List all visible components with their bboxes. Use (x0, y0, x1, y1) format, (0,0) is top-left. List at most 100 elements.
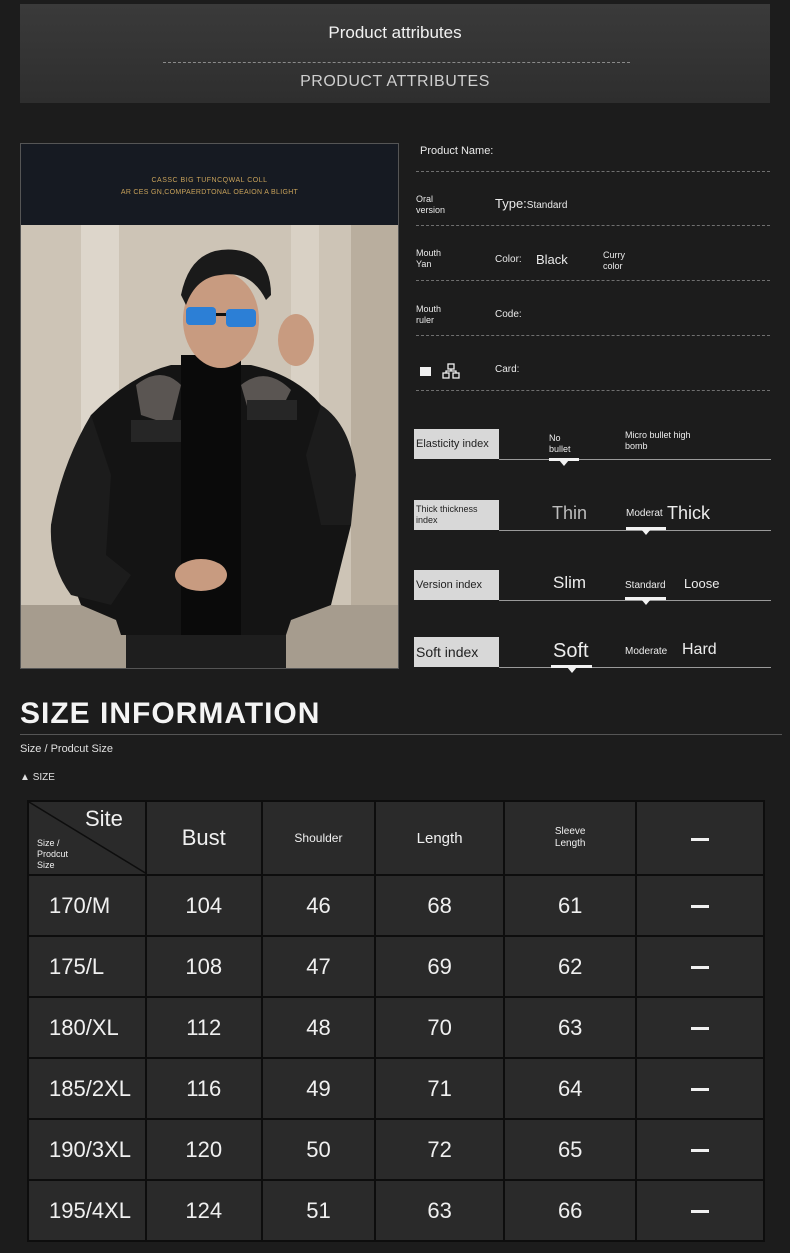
row-extra (635, 1118, 765, 1181)
row-extra (635, 1179, 765, 1242)
thickness-opt-thin: Thin (552, 503, 588, 523)
size-info-divider (20, 734, 782, 735)
header-size-line2: Prodcut (37, 849, 69, 859)
photo-caption: CASSC BIG TUFNCQWAL COLL AR CES GN,COMPA… (21, 144, 398, 225)
header-site-cell: Site Size / Prodcut Size (27, 800, 147, 876)
table-row: 185/2XL 116 49 71 64 (27, 1057, 765, 1120)
thickness-index-label: Thick thickness index (414, 500, 499, 530)
elasticity-marker (549, 458, 579, 466)
thickness-label-line1: Thick thickness (416, 504, 478, 514)
row-extra (635, 874, 765, 937)
row2-left-line2: Yan (416, 259, 432, 269)
code-label: Code: (495, 309, 522, 320)
table-row: 195/4XL 124 51 63 66 (27, 1179, 765, 1242)
row-sleeve: 62 (502, 935, 638, 998)
thickness-opt-moderate: Moderat (626, 508, 663, 519)
row-shoulder: 48 (260, 996, 377, 1059)
row-size: 190/3XL (27, 1118, 147, 1181)
row3-left-label: Mouth ruler (416, 304, 441, 326)
attr-divider-3 (416, 280, 770, 281)
card-label: Card: (495, 364, 520, 375)
row-extra (635, 996, 765, 1059)
row-bust: 104 (144, 874, 263, 937)
color-label: Color: (495, 254, 522, 265)
thickness-opt-thick: Thick (667, 503, 711, 523)
size-info-title: SIZE INFORMATION (20, 697, 321, 730)
dash-mark (691, 837, 710, 841)
elasticity-opt2-line1: Micro bullet high (625, 430, 691, 440)
soft-opt-hard: Hard (682, 641, 717, 658)
row-shoulder: 49 (260, 1057, 377, 1120)
attr-divider-2 (416, 225, 770, 226)
version-scale (499, 600, 771, 601)
row-length: 69 (374, 935, 505, 998)
square-icon (420, 366, 431, 376)
header-sleeve-line2: Length (554, 838, 586, 849)
elasticity-opt1-line1: No (549, 433, 561, 443)
dash-mark (691, 966, 710, 970)
row2-right-line2: color (603, 261, 623, 271)
sitemap-icon (442, 363, 460, 379)
row-sleeve: 63 (502, 996, 638, 1059)
size-info-subtitle: Size / Prodcut Size (20, 743, 113, 755)
row3-left-line2: ruler (416, 315, 435, 325)
elasticity-scale (499, 459, 771, 460)
row-sleeve: 64 (502, 1057, 638, 1120)
table-row: 170/M 104 46 68 61 (27, 874, 765, 937)
banner-subtitle: PRODUCT ATTRIBUTES (300, 73, 490, 90)
row-bust: 124 (144, 1179, 263, 1242)
row-shoulder: 46 (260, 874, 377, 937)
size-tag: ▲ SIZE (20, 772, 55, 783)
triangle-up-icon: ▲ (20, 772, 30, 783)
version-opt-slim: Slim (553, 573, 587, 592)
row-length: 71 (374, 1057, 505, 1120)
attributes-banner: Product attributes PRODUCT ATTRIBUTES (20, 4, 770, 103)
version-opt-loose: Loose (684, 576, 720, 591)
row-length: 68 (374, 874, 505, 937)
table-row: 180/XL 112 48 70 63 (27, 996, 765, 1059)
thickness-scale (499, 530, 771, 531)
table-row: 175/L 108 47 69 62 (27, 935, 765, 998)
table-row: 190/3XL 120 50 72 65 (27, 1118, 765, 1181)
soft-index-label: Soft index (414, 637, 499, 667)
row2-right-line1: Curry (603, 250, 625, 260)
banner-divider (163, 62, 630, 63)
card-icons (420, 363, 460, 379)
type-field: Type:Standard (495, 196, 567, 211)
header-site: Site (85, 806, 123, 831)
thickness-label-line2: index (416, 515, 438, 525)
dash-mark (691, 1027, 710, 1031)
row-bust: 112 (144, 996, 263, 1059)
version-opt-standard: Standard (625, 580, 666, 591)
header-length: Length (374, 800, 505, 876)
row-length: 70 (374, 996, 505, 1059)
header-shoulder: Shoulder (260, 800, 377, 876)
product-name-label: Product Name: (420, 145, 494, 157)
color-value: Black (536, 252, 568, 267)
dash-mark (691, 905, 710, 909)
product-photo: CASSC BIG TUFNCQWAL COLL AR CES GN,COMPA… (20, 143, 399, 669)
photo-caption-line2: AR CES GN,COMPAERDTONAL OEAION A BLIGHT (120, 189, 299, 196)
header-bust: Bust (144, 800, 263, 876)
attr-divider-4 (416, 335, 770, 336)
elasticity-index-label: Elasticity index (414, 429, 499, 459)
row-sleeve: 65 (502, 1118, 638, 1181)
thickness-marker (626, 527, 666, 535)
header-size-product: Size / Prodcut Size (37, 838, 68, 871)
header-size-line3: Size (37, 860, 55, 870)
header-extra (635, 800, 765, 876)
model-illustration (21, 225, 398, 668)
row-size: 170/M (27, 874, 147, 937)
row-size: 180/XL (27, 996, 147, 1059)
row-size: 195/4XL (27, 1179, 147, 1242)
row-shoulder: 47 (260, 935, 377, 998)
row2-right-label: Curry color (603, 250, 625, 272)
soft-scale (499, 667, 771, 668)
photo-caption-line1: CASSC BIG TUFNCQWAL COLL (151, 177, 268, 184)
dash-mark (691, 1149, 710, 1153)
header-size-line1: Size / (37, 838, 60, 848)
version-index-label: Version index (414, 570, 499, 600)
row-shoulder: 51 (260, 1179, 377, 1242)
row-shoulder: 50 (260, 1118, 377, 1181)
dash-mark (691, 1210, 710, 1214)
